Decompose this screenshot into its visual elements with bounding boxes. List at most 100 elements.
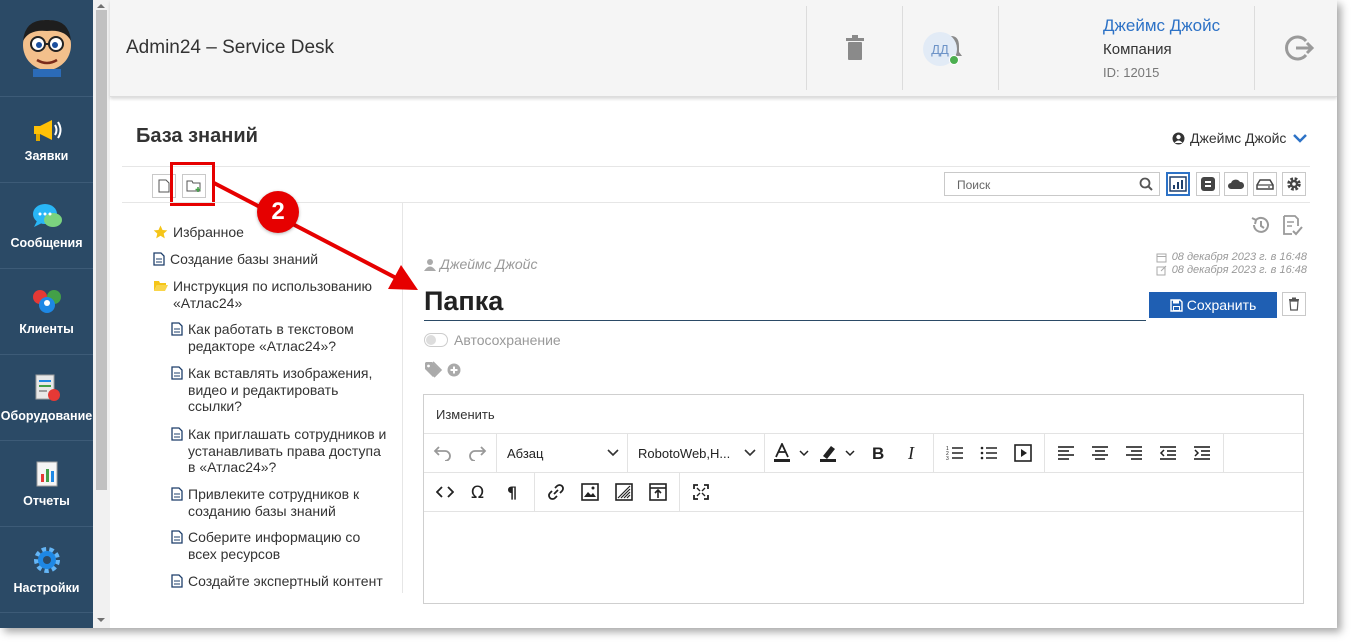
upload-icon: [649, 483, 667, 501]
paragraph-marks-button[interactable]: ¶: [496, 477, 530, 507]
svg-text:B: B: [872, 445, 884, 461]
nav-item-clients[interactable]: Клиенты: [0, 269, 93, 355]
bullet-list-button[interactable]: [972, 438, 1006, 468]
align-right-icon: [1126, 446, 1142, 460]
outdent-button[interactable]: [1151, 438, 1185, 468]
nav-item-requests[interactable]: Заявки: [0, 97, 93, 183]
autosave-toggle[interactable]: Автосохранение: [424, 332, 561, 348]
tree-item-article[interactable]: Соберите информацию со всех ресурсов: [171, 529, 376, 562]
edit-icon: [1156, 265, 1167, 275]
tree-item-article[interactable]: Привлеките сотрудников к созданию базы з…: [171, 486, 376, 519]
divider: [122, 202, 1310, 203]
sidebar: Заявки Сообщения Клиенты Оборудование От…: [0, 0, 93, 628]
insert-chart-button[interactable]: [607, 477, 641, 507]
chat-icon: [32, 203, 62, 227]
logout-button[interactable]: [1254, 6, 1337, 90]
special-char-button[interactable]: Ω: [462, 477, 496, 507]
edited-date: 08 декабря 2023 г. в 16:48: [1156, 264, 1307, 276]
scroll-thumb[interactable]: [96, 10, 107, 490]
nav-item-settings[interactable]: Настройки: [0, 527, 93, 613]
align-left-button[interactable]: [1049, 438, 1083, 468]
align-right-button[interactable]: [1117, 438, 1151, 468]
search-icon[interactable]: [1139, 177, 1153, 191]
fullscreen-button[interactable]: [684, 477, 718, 507]
toggle-switch[interactable]: [424, 333, 448, 347]
redo-button[interactable]: [460, 438, 494, 468]
text-color-icon: [774, 443, 809, 462]
undo-icon: [433, 446, 451, 461]
trash-button[interactable]: [806, 6, 902, 90]
article-title-input[interactable]: Папка: [424, 286, 1146, 321]
save-button[interactable]: Сохранить: [1149, 292, 1277, 318]
insert-image-button[interactable]: [573, 477, 607, 507]
company-name: Компания: [1103, 41, 1172, 58]
tree-item-article[interactable]: Как приглашать сотрудников и устанавлива…: [171, 426, 391, 476]
media-button[interactable]: [1006, 438, 1040, 468]
source-code-button[interactable]: [428, 477, 462, 507]
indent-button[interactable]: [1185, 438, 1219, 468]
text-color-button[interactable]: [769, 438, 815, 468]
vertical-divider: [402, 203, 403, 593]
editor-content-area[interactable]: [424, 512, 1303, 602]
highlight-color-button[interactable]: [815, 438, 861, 468]
review-icon[interactable]: [1281, 214, 1303, 236]
tree-item-create-kb[interactable]: Создание базы знаний: [153, 251, 318, 268]
redo-icon: [469, 446, 487, 461]
logo[interactable]: [0, 0, 93, 97]
tree-item-article[interactable]: Как работать в текстовом редакторе «Атла…: [171, 321, 376, 354]
clients-icon: [32, 289, 61, 313]
undo-button[interactable]: [426, 438, 460, 468]
bold-button[interactable]: B: [861, 438, 895, 468]
storage-button[interactable]: [1253, 172, 1277, 196]
delete-article-button[interactable]: [1282, 292, 1306, 316]
step-badge: 2: [257, 191, 299, 233]
menu-edit[interactable]: Изменить: [436, 407, 495, 422]
insert-link-button[interactable]: [539, 477, 573, 507]
nav-item-equipment[interactable]: Оборудование: [0, 355, 93, 441]
tree-item-favorites[interactable]: Избранное: [153, 224, 244, 241]
font-family-select[interactable]: RobotoWeb,H...: [628, 434, 765, 472]
folder-open-icon: [154, 281, 168, 291]
sidebar-scrollbar[interactable]: [93, 0, 110, 628]
italic-button[interactable]: I: [895, 438, 929, 468]
user-circle-icon: [1172, 132, 1185, 144]
search-input[interactable]: Поиск: [944, 172, 1160, 196]
tree-item-article[interactable]: Как вставлять изображения, видео и редак…: [171, 365, 376, 415]
tree-item-label: Соберите информацию со всех ресурсов: [188, 529, 361, 562]
blog-button[interactable]: [1196, 172, 1220, 196]
tree-folder-atlas[interactable]: Инструкция по использованию «Атлас24»: [153, 278, 388, 311]
article-author: Джеймс Джойс: [424, 256, 537, 272]
blog-icon: [1201, 177, 1215, 191]
align-center-button[interactable]: [1083, 438, 1117, 468]
upload-button[interactable]: [641, 477, 675, 507]
block-format-value: Абзац: [507, 445, 544, 461]
avatar-logo-icon: [22, 19, 71, 77]
tree-item-article[interactable]: Создайте экспертный контент: [171, 573, 386, 590]
tree-item-label: Создайте экспертный контент: [188, 573, 383, 589]
scroll-down-arrow-icon[interactable]: [97, 618, 105, 622]
search-placeholder: Поиск: [957, 178, 991, 192]
dashboard-view-button[interactable]: [1166, 172, 1190, 196]
save-button-label: Сохранить: [1186, 297, 1257, 313]
undo-redo-group: [424, 434, 497, 472]
user-name-link[interactable]: Джеймс Джойс: [1103, 16, 1220, 36]
numbered-list-button[interactable]: 123: [938, 438, 972, 468]
current-user-name: Джеймс Джойс: [1190, 130, 1287, 146]
current-user-dropdown[interactable]: Джеймс Джойс: [1172, 130, 1308, 146]
cloud-button[interactable]: [1224, 172, 1248, 196]
nav-item-messages[interactable]: Сообщения: [0, 183, 93, 269]
add-tag-icon[interactable]: [447, 363, 461, 377]
history-icon[interactable]: [1250, 214, 1272, 236]
block-format-select[interactable]: Абзац: [497, 434, 628, 472]
omega-icon: Ω: [471, 483, 484, 501]
settings-button[interactable]: [1282, 172, 1306, 196]
tags-area: [424, 361, 461, 379]
text-format-group: B I: [765, 434, 934, 472]
nav-item-reports[interactable]: Отчеты: [0, 441, 93, 527]
reports-icon: [36, 461, 57, 486]
code-group: Ω ¶: [424, 473, 535, 511]
italic-icon: I: [907, 445, 915, 461]
align-left-icon: [1058, 446, 1074, 460]
code-icon: [436, 486, 454, 498]
scroll-up-arrow-icon[interactable]: [97, 4, 105, 8]
